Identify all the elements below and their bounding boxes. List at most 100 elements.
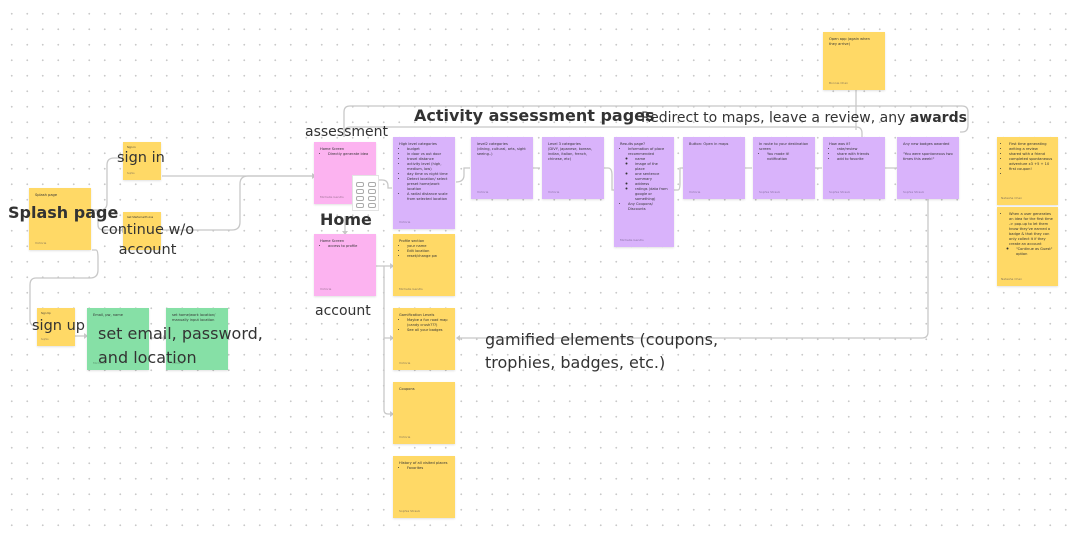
connectors-layer [29, 90, 969, 417]
sticky-author: Victoria [35, 241, 47, 245]
sticky-list: Information of place recommended name im… [620, 147, 668, 212]
sticky-list: your name Edit location reset/change pw [399, 244, 449, 259]
sticky-en-route[interactable]: In route to your destination screen You … [753, 137, 815, 199]
sticky-badge-list[interactable]: First time generating writing a review s… [997, 137, 1058, 205]
connector-results-maps [674, 167, 683, 191]
sticky-list: When a user generates an idea for the fi… [1001, 212, 1054, 257]
list-item: Favorites [407, 466, 449, 471]
list-item: Any Coupons/ Discounts [628, 202, 668, 212]
sticky-list: budget in door vs out door travel distan… [399, 147, 449, 202]
list-item: access to profile [328, 244, 370, 249]
sticky-open-app-again[interactable]: Open app (again when they arrive) Bonnie… [823, 32, 885, 90]
sticky-author: Victoria [399, 435, 411, 439]
sticky-results-page[interactable]: Results page? Information of place recom… [614, 137, 674, 247]
list-item: Maybe a fun road map (candy crush???) [407, 318, 449, 328]
sticky-home-screen-profile[interactable]: Home Screen access to profile Victoria [314, 234, 376, 296]
sticky-list: Favorites [399, 466, 449, 471]
connector-home2-branch [383, 266, 392, 415]
label-sign-up: sign up [32, 318, 85, 334]
sticky-title: Sign Up [41, 312, 51, 315]
label-home: Home [320, 210, 372, 229]
list-item: When a user generates an idea for the fi… [1009, 212, 1054, 247]
sticky-body: (DIVY, japanese, korean, indian, italian… [548, 147, 593, 161]
label-account: account [315, 303, 371, 319]
list-item: "Continue as Guest" option [1016, 247, 1054, 257]
label-redirect-maps: Redirect to maps, leave a review, any aw… [641, 110, 967, 126]
sticky-author: Natasha Chan [1001, 277, 1023, 281]
sticky-level3-categories[interactable]: Level 3 categories (DIVY, japanese, kore… [542, 137, 604, 199]
label-sign-in: sign in [117, 150, 165, 166]
sticky-author: Sophia Straub [759, 190, 781, 194]
sticky-list: access to profile [320, 244, 370, 249]
sticky-guest-popup[interactable]: When a user generates an idea for the fi… [997, 207, 1058, 286]
sticky-author: Victoria [320, 287, 332, 291]
sticky-author: Michelle Gendls [620, 238, 644, 242]
sticky-badges-awarded[interactable]: Any new badges awarded "You were spontan… [897, 137, 959, 199]
sticky-open-in-maps[interactable]: Button: Open in maps Victoria [683, 137, 745, 199]
sticky-list: Maybe a fun road map (candy crush???) Se… [399, 318, 449, 333]
sticky-author: Sophia Straub [903, 190, 925, 194]
sticky-title: Any new badges awarded [903, 142, 950, 146]
list-item: See all your badges [407, 328, 449, 333]
list-item: A radial distance scale from selected lo… [407, 192, 449, 202]
sticky-gamification-levels[interactable]: Gamification Levels Maybe a fun road map… [393, 308, 455, 370]
label-assessment: assessment [305, 124, 388, 140]
label-set-email-password-location: set email, password, and location [98, 324, 263, 367]
connector-badges-gamification [458, 198, 929, 339]
sticky-title: Button: Open in maps [689, 142, 729, 146]
list-item: ratings (data from google or something) [635, 187, 668, 202]
wireframe-thumbnail[interactable] [352, 175, 379, 211]
list-item: Detect location/ select preset home/work… [407, 177, 449, 192]
sticky-coupons[interactable]: Coupons Victoria [393, 382, 455, 444]
sticky-author: Victoria [477, 190, 489, 194]
label-activity-assessment-pages: Activity assessment pages [414, 106, 655, 125]
list-item: Information of place recommended [628, 147, 668, 157]
list-item: image of the place [635, 162, 668, 172]
list-item: reset/change pw [407, 254, 449, 259]
sticky-body: (dining, cultural, arts, sight seeing..) [477, 147, 526, 156]
list-item: Directly generate idea [328, 152, 370, 157]
sticky-sublist: name image of the place one sentence sum… [628, 157, 668, 202]
connector-level3-results [604, 167, 614, 191]
sticky-list: You made it! notification [759, 152, 809, 162]
sticky-list: First time generating writing a review s… [1001, 142, 1054, 177]
sticky-title: Email, pw, name [93, 313, 123, 317]
sticky-list: Directly generate idea [320, 152, 370, 157]
list-item: completed spontaneous adventure x3 +5 + … [1009, 157, 1054, 167]
label-gamified-elements: gamified elements (coupons, trophies, ba… [485, 330, 719, 372]
sticky-title: Splash page [35, 193, 58, 197]
sticky-author: Natasha Chan [1001, 196, 1023, 200]
sticky-author: Sophia Straub [399, 509, 421, 513]
sticky-list: rate/review share with friends add to fa… [829, 147, 879, 162]
list-item: You made it! notification [767, 152, 809, 162]
list-item: add to favorite [837, 157, 879, 162]
sticky-author: Sophia [127, 172, 135, 175]
sticky-author: Victoria [399, 361, 411, 365]
sticky-author: Bonnie Chan [829, 81, 849, 85]
sticky-how-was-it[interactable]: How was it? rate/review share with frien… [823, 137, 885, 199]
sticky-author: Sophia Straub [829, 190, 851, 194]
list-item: activity level (high, medium, low) [407, 162, 449, 172]
sticky-history-visited[interactable]: History of all visited places Favorites … [393, 456, 455, 518]
sticky-title: Open app (again when they arrive) [829, 37, 870, 46]
sticky-author: Michelle Gendls [399, 287, 423, 291]
sticky-author: Victoria [689, 190, 701, 194]
sticky-sublist: "Continue as Guest" option [1009, 247, 1054, 257]
arrowhead [456, 335, 460, 341]
sticky-body: "You were spontaneous two times this wee… [903, 152, 953, 161]
sticky-author: Victoria [548, 190, 560, 194]
list-item: one sentence summary [635, 172, 668, 182]
sticky-level2-categories[interactable]: level2 categories (dining, cultural, art… [471, 137, 533, 199]
list-item [1009, 172, 1054, 177]
sticky-title: In route to your destination screen [759, 142, 809, 151]
sticky-profile-section[interactable]: Profile section your name Edit location … [393, 234, 455, 296]
inner-frame-outline [343, 126, 863, 137]
label-continue-without-account: continue w/o account [100, 222, 195, 258]
label-awards: awards [909, 110, 967, 126]
sticky-high-level-categories[interactable]: High level categories budget in door vs … [393, 137, 455, 229]
whiteboard-canvas[interactable]: Splash page Victoria Sign in Sophia Get … [0, 0, 1080, 539]
sticky-author: Victoria [399, 220, 411, 224]
sticky-author: Michelle Gendls [320, 195, 344, 199]
label-redirect-text: Redirect to maps, leave a review, any [641, 110, 906, 126]
sticky-author: Sophia [41, 338, 49, 341]
